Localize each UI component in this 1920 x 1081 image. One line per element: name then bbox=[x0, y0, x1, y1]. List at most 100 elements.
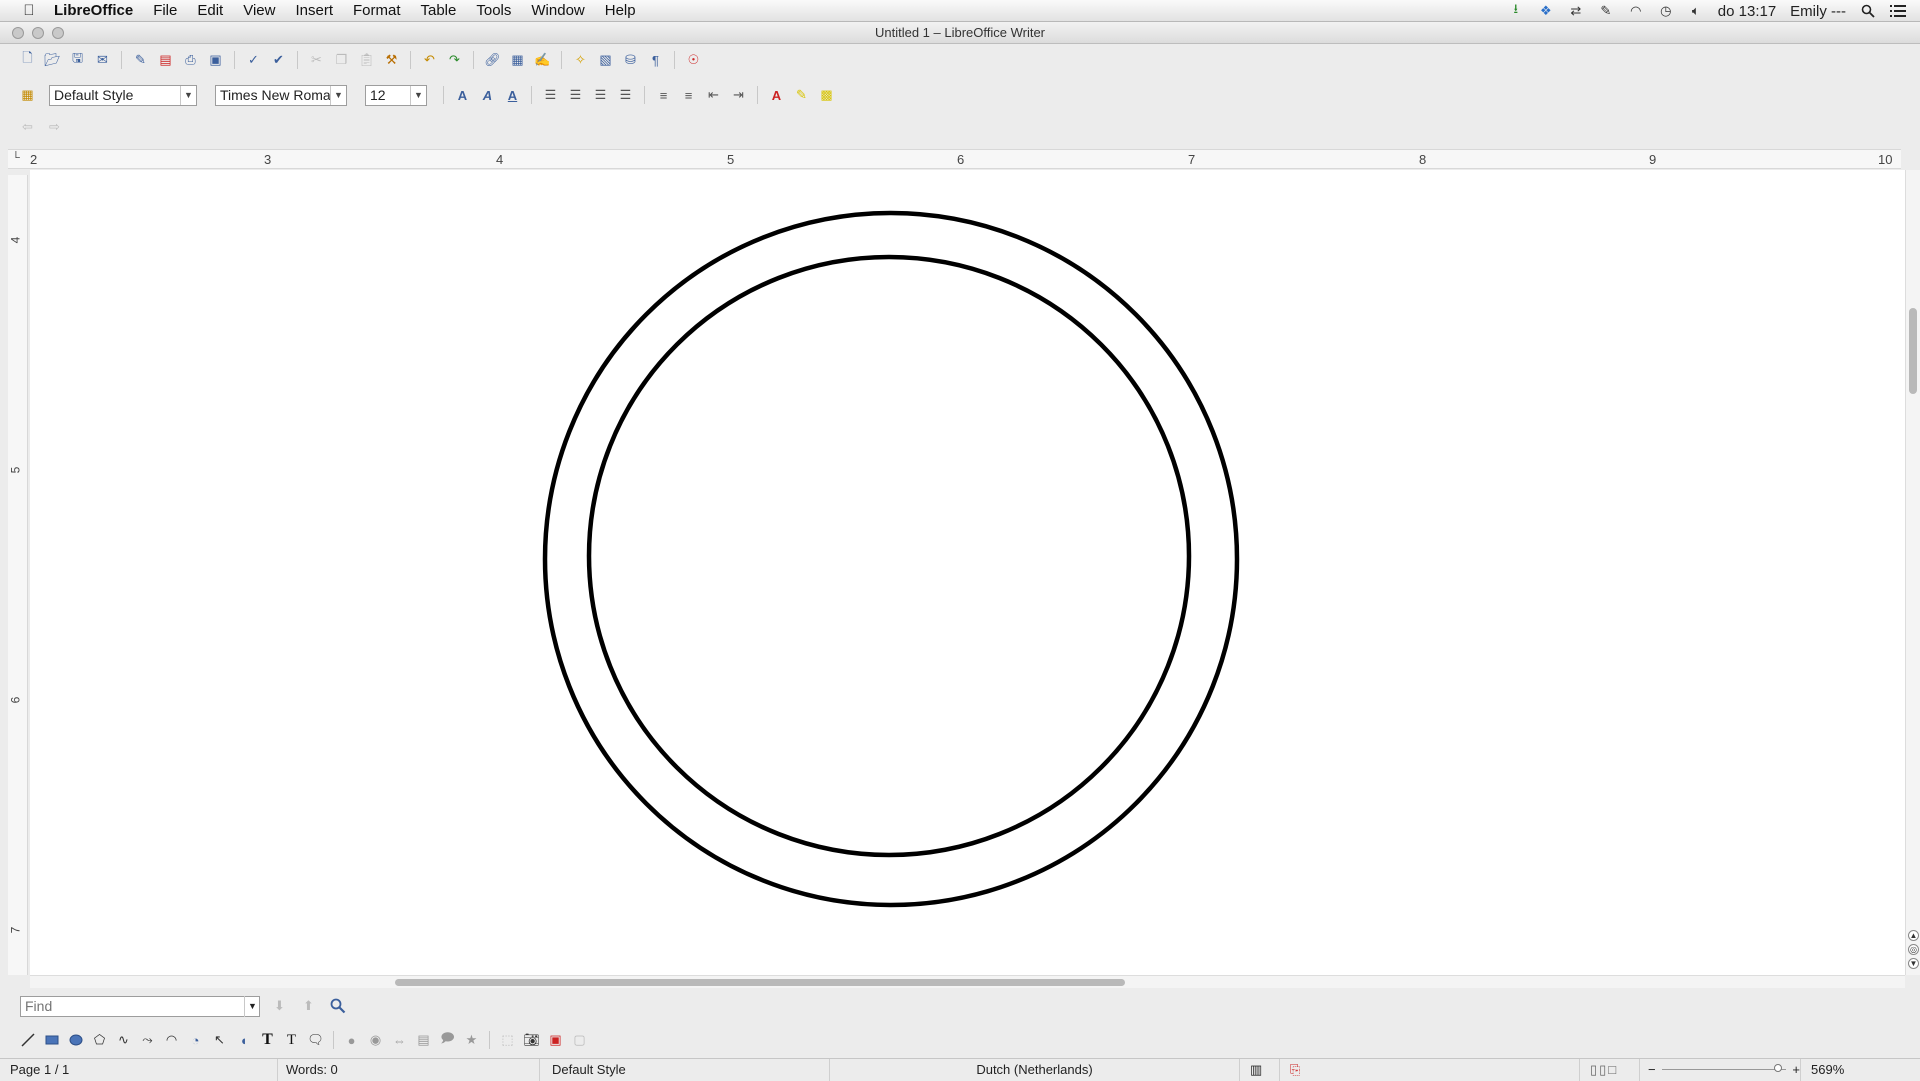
menu-clock[interactable]: do 13:17 bbox=[1718, 3, 1776, 20]
redo-icon[interactable]: ↷ bbox=[445, 51, 464, 70]
chevron-down-icon[interactable]: ▼ bbox=[244, 995, 260, 1017]
zoom-slider[interactable]: − + bbox=[1640, 1059, 1800, 1081]
page-count[interactable]: Page 1 / 1 bbox=[0, 1058, 278, 1081]
data-sources-icon[interactable]: ⛁ bbox=[621, 51, 640, 70]
print-preview-icon[interactable]: ▣ bbox=[206, 51, 225, 70]
cut-icon[interactable]: ✂ bbox=[307, 51, 326, 70]
circle-pie-tool-icon[interactable]: ◔ bbox=[186, 1031, 205, 1050]
gallery-icon[interactable]: ▧ bbox=[596, 51, 615, 70]
symbol-shapes-icon[interactable]: ◉ bbox=[366, 1031, 385, 1050]
paste-icon[interactable]: 📋︎ bbox=[357, 51, 376, 70]
callouts-icon[interactable]: 🗩︎ bbox=[438, 1030, 457, 1050]
block-arrows-icon[interactable]: ⇔ bbox=[390, 1031, 409, 1050]
menu-app-name[interactable]: LibreOffice bbox=[42, 0, 143, 22]
align-center-icon[interactable]: ☰ bbox=[566, 86, 585, 105]
help-icon[interactable]: ☉ bbox=[684, 51, 703, 70]
decrease-indent-icon[interactable]: ⇤ bbox=[704, 86, 723, 105]
undo-icon[interactable]: ↶ bbox=[420, 51, 439, 70]
vertical-ruler[interactable]: 4 5 6 7 bbox=[8, 175, 28, 975]
spellcheck-icon[interactable]: ✓ bbox=[244, 51, 263, 70]
toggle-3d-icon[interactable]: ▢ bbox=[570, 1031, 589, 1050]
menu-edit[interactable]: Edit bbox=[187, 0, 233, 22]
menu-insert[interactable]: Insert bbox=[285, 0, 343, 22]
italic-icon[interactable]: A bbox=[478, 86, 497, 105]
inner-circle-shape[interactable] bbox=[586, 254, 1192, 858]
save-icon[interactable]: 🖫︎ bbox=[68, 50, 87, 70]
dropbox-tray-icon[interactable]: ❖ bbox=[1538, 3, 1554, 19]
rectangle-tool-icon[interactable] bbox=[42, 1031, 61, 1050]
back-arrow-icon[interactable]: ⇦ bbox=[18, 118, 37, 137]
stars-icon[interactable]: ★ bbox=[462, 1031, 481, 1050]
show-draw-functions-icon[interactable]: ✍ bbox=[533, 51, 552, 70]
time-machine-icon[interactable]: ◷ bbox=[1658, 3, 1674, 19]
hyperlink-icon[interactable]: 🔗︎ bbox=[483, 51, 502, 70]
outer-circle-shape[interactable] bbox=[542, 210, 1240, 908]
previous-page-icon[interactable]: ▲ bbox=[1908, 930, 1919, 941]
view-layout-icons[interactable]: ▯▯□ bbox=[1580, 1058, 1640, 1081]
bold-icon[interactable]: A bbox=[453, 86, 472, 105]
align-right-icon[interactable]: ☰ bbox=[591, 86, 610, 105]
vertical-text-tool-icon[interactable]: T bbox=[282, 1031, 301, 1050]
paragraph-style-dropdown[interactable]: Default Style ▼ bbox=[49, 84, 197, 106]
navigation-target-icon[interactable]: ◎ bbox=[1908, 944, 1919, 955]
find-input[interactable] bbox=[20, 995, 260, 1017]
selection-mode-icon[interactable]: ▥ bbox=[1240, 1058, 1280, 1081]
new-document-icon[interactable]: 🗋︎ bbox=[18, 50, 37, 70]
page-style[interactable]: Default Style bbox=[540, 1058, 830, 1081]
fill-tool-icon[interactable]: ◖ bbox=[234, 1031, 253, 1050]
find-next-icon[interactable]: ⬇ bbox=[270, 997, 289, 1016]
chevron-down-icon[interactable]: ▼ bbox=[180, 85, 196, 105]
apple-logo-icon[interactable]:  bbox=[16, 2, 42, 19]
horizontal-scroll-thumb[interactable] bbox=[395, 979, 1125, 986]
navigator-icon[interactable]: ✧ bbox=[571, 51, 590, 70]
vertical-scrollbar[interactable]: ▲ ◎ ▼ bbox=[1905, 170, 1920, 975]
export-pdf-icon[interactable]: ▤ bbox=[156, 51, 175, 70]
download-tray-icon[interactable]: ⭳ bbox=[1508, 1, 1524, 19]
notification-list-icon[interactable] bbox=[1890, 3, 1906, 19]
chevron-down-icon[interactable]: ▼ bbox=[410, 85, 426, 105]
increase-indent-icon[interactable]: ⇥ bbox=[729, 86, 748, 105]
find-previous-icon[interactable]: ⬆ bbox=[299, 997, 318, 1016]
menu-window[interactable]: Window bbox=[521, 0, 594, 22]
print-icon[interactable]: ⎙ bbox=[181, 51, 200, 70]
numbering-icon[interactable]: ≡ bbox=[654, 86, 673, 105]
line-tool-icon[interactable] bbox=[18, 1031, 37, 1050]
extrusion-icon[interactable]: ▣ bbox=[546, 1031, 565, 1050]
underline-icon[interactable]: A bbox=[503, 86, 522, 105]
document-modified-icon[interactable]: ⎘ bbox=[1280, 1058, 1580, 1081]
vertical-scroll-thumb[interactable] bbox=[1909, 308, 1917, 394]
formatting-marks-icon[interactable]: ¶ bbox=[646, 51, 665, 70]
zoom-slider-handle[interactable] bbox=[1774, 1064, 1783, 1072]
ellipse-tool-icon[interactable] bbox=[66, 1031, 85, 1050]
insert-table-icon[interactable]: ▦ bbox=[508, 51, 527, 70]
highlighting-icon[interactable]: ✎ bbox=[792, 86, 811, 105]
fontwork-icon[interactable]: 📷︎ bbox=[522, 1031, 541, 1050]
zoom-out-icon[interactable]: − bbox=[1648, 1062, 1656, 1077]
volume-icon[interactable]: 🔈︎ bbox=[1688, 3, 1704, 19]
menu-help[interactable]: Help bbox=[595, 0, 646, 22]
freeform-line-icon[interactable]: ⤳ bbox=[138, 1031, 157, 1050]
callout-tool-icon[interactable]: 🗨︎ bbox=[306, 1031, 325, 1050]
font-size-dropdown[interactable]: 12 ▼ bbox=[365, 84, 427, 106]
zoom-in-icon[interactable]: + bbox=[1792, 1062, 1800, 1077]
basic-shapes-icon[interactable]: ● bbox=[342, 1031, 361, 1050]
styles-formatting-icon[interactable]: ▦ bbox=[18, 86, 37, 105]
horizontal-scrollbar[interactable] bbox=[30, 975, 1905, 988]
select-pointer-icon[interactable]: ↖ bbox=[210, 1031, 229, 1050]
background-color-icon[interactable]: ▩ bbox=[817, 86, 836, 105]
menu-view[interactable]: View bbox=[233, 0, 285, 22]
email-document-icon[interactable]: ✉ bbox=[93, 51, 112, 70]
align-left-icon[interactable]: ☰ bbox=[541, 86, 560, 105]
menu-tools[interactable]: Tools bbox=[466, 0, 521, 22]
document-page[interactable] bbox=[30, 170, 1905, 975]
horizontal-ruler[interactable]: └ 2 3 4 5 6 7 8 9 10 bbox=[8, 149, 1901, 169]
arc-tool-icon[interactable]: ◠ bbox=[162, 1031, 181, 1050]
flowchart-icon[interactable]: ▤ bbox=[414, 1031, 433, 1050]
curve-tool-icon[interactable]: ∿ bbox=[114, 1031, 133, 1050]
find-combobox[interactable]: ▼ bbox=[20, 995, 260, 1017]
menu-format[interactable]: Format bbox=[343, 0, 411, 22]
copy-icon[interactable]: ❐ bbox=[332, 51, 351, 70]
points-icon[interactable]: ⬚ bbox=[498, 1031, 517, 1050]
ruler-tab-marker-icon[interactable]: └ bbox=[12, 152, 20, 164]
auto-spellcheck-icon[interactable]: ✔ bbox=[269, 51, 288, 70]
